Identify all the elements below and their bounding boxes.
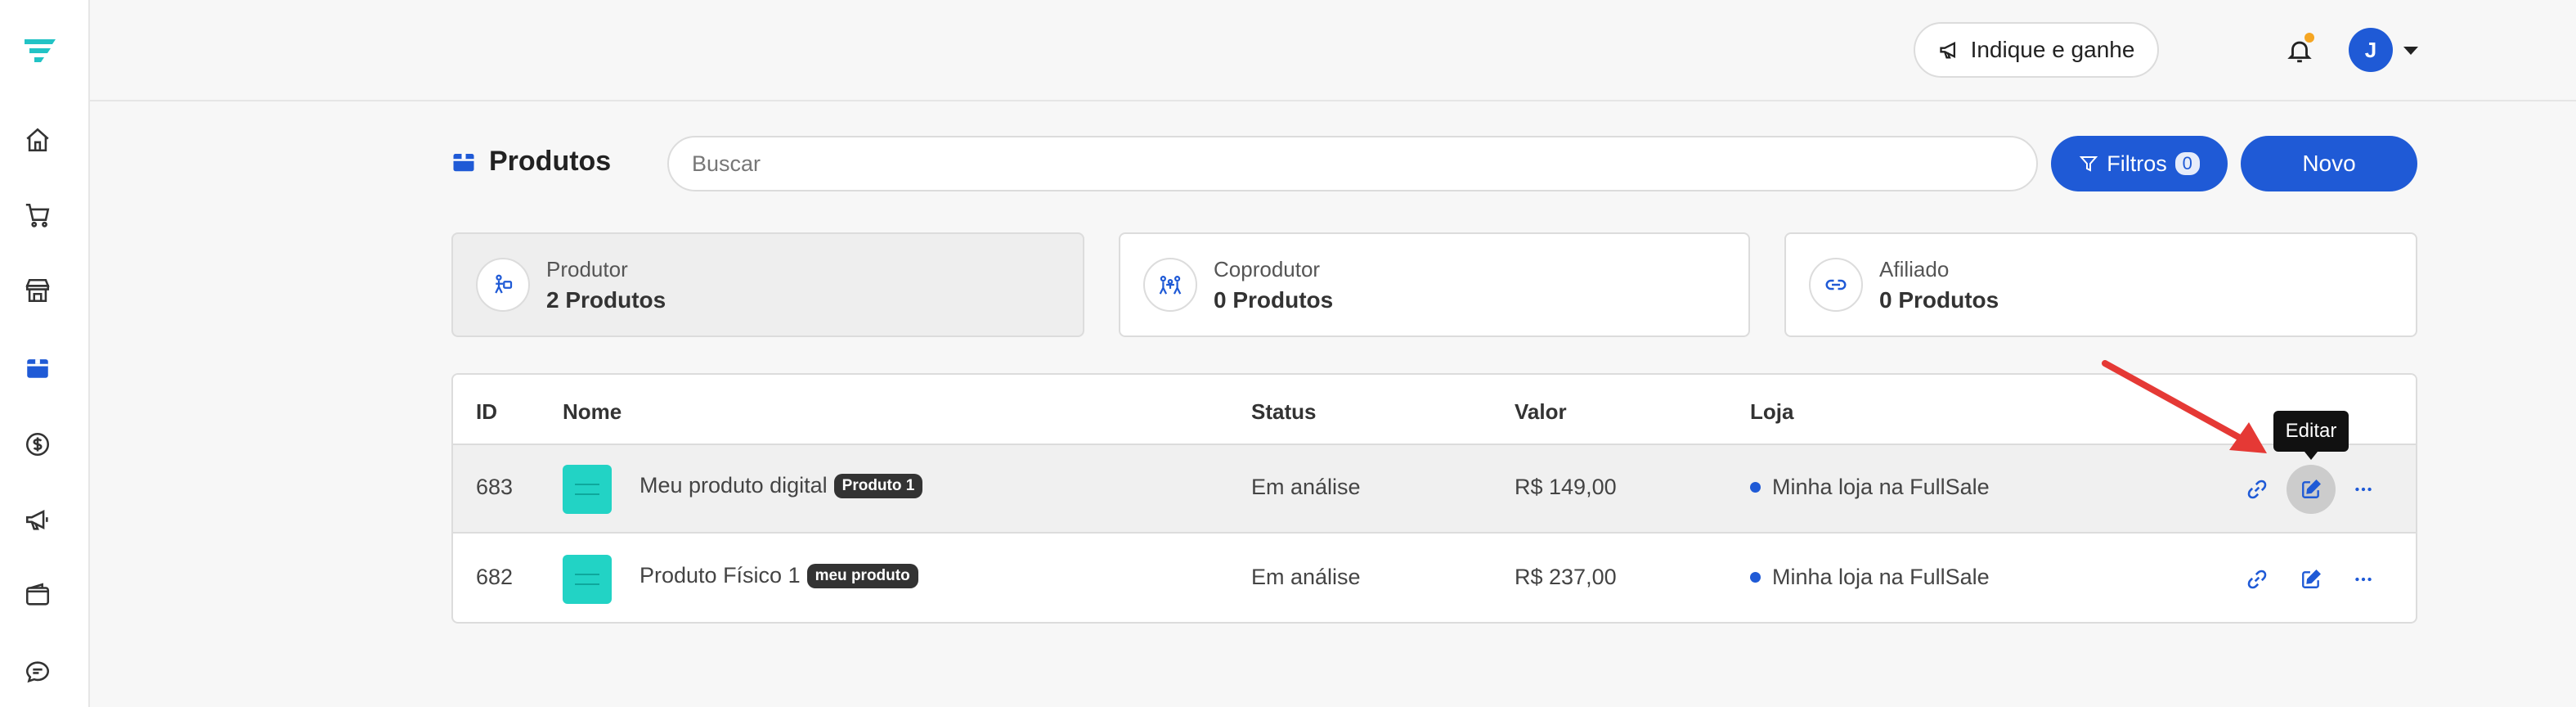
column-header-valor[interactable]: Valor	[1515, 399, 1567, 425]
edit-icon	[2302, 570, 2321, 588]
notifications-bell-icon[interactable]	[2280, 31, 2319, 70]
link-icon	[2247, 570, 2267, 589]
product-name[interactable]: Meu produto digital	[640, 473, 828, 498]
row-loja: Minha loja na FullSale	[1772, 475, 1990, 499]
page-title: Produtos	[451, 146, 611, 178]
cart-icon[interactable]	[20, 198, 55, 232]
copy-link-button[interactable]	[2233, 465, 2282, 514]
copy-link-button[interactable]	[2233, 555, 2282, 604]
search-input[interactable]	[667, 136, 2038, 191]
card-count: 0 Produtos	[1214, 286, 1334, 313]
link-icon	[1809, 258, 1863, 312]
card-label: Coprodutor	[1214, 256, 1321, 281]
ellipsis-icon	[2355, 577, 2372, 582]
table-row[interactable]: 682 Produto Físico 1 meu produto Em anál…	[453, 535, 2416, 622]
filter-icon	[2080, 156, 2098, 172]
people-icon	[1143, 258, 1197, 312]
annotation-arrow-icon	[2102, 360, 2267, 453]
card-count: 2 Produtos	[546, 286, 666, 313]
card-label: Afiliado	[1879, 256, 1950, 281]
chat-icon[interactable]	[20, 655, 55, 689]
person-box-icon	[476, 258, 530, 312]
status-dot	[1750, 482, 1761, 493]
edit-button[interactable]	[2287, 465, 2336, 514]
product-badge: meu produto	[806, 563, 918, 588]
more-options-button[interactable]	[2339, 465, 2388, 514]
row-valor: R$ 149,00	[1515, 475, 1617, 499]
status-dot	[1750, 572, 1761, 583]
store-icon[interactable]	[20, 273, 55, 308]
link-icon	[2247, 480, 2267, 499]
top-header	[90, 0, 2576, 101]
row-valor: R$ 237,00	[1515, 565, 1617, 589]
edit-button[interactable]	[2287, 555, 2336, 604]
card-afiliado[interactable]: Afiliado 0 Produtos	[1784, 232, 2417, 337]
chevron-down-icon[interactable]	[2399, 39, 2422, 62]
product-badge: Produto 1	[833, 473, 923, 498]
ellipsis-icon	[2355, 487, 2372, 492]
more-options-button[interactable]	[2339, 555, 2388, 604]
column-header-id[interactable]: ID	[476, 399, 497, 425]
box-icon[interactable]	[20, 350, 55, 385]
edit-tooltip: Editar	[2273, 411, 2349, 460]
megaphone-icon	[1939, 41, 1955, 59]
novo-button[interactable]: Novo	[2241, 136, 2417, 191]
row-status: Em análise	[1251, 475, 1361, 499]
page-title-text: Produtos	[489, 146, 612, 177]
product-thumbnail[interactable]	[563, 465, 612, 514]
indique-e-ganhe-button[interactable]: Indique e ganhe	[1914, 22, 2159, 78]
filtros-button[interactable]: Filtros 0	[2051, 136, 2228, 191]
megaphone-icon[interactable]	[20, 502, 55, 537]
card-count: 0 Produtos	[1879, 286, 1999, 313]
notification-dot	[2304, 33, 2314, 43]
box-icon	[453, 153, 474, 171]
card-coprodutor[interactable]: Coprodutor 0 Produtos	[1119, 232, 1750, 337]
user-avatar[interactable]: J	[2349, 28, 2393, 72]
column-header-status[interactable]: Status	[1251, 399, 1316, 425]
card-produtor[interactable]: Produtor 2 Produtos	[451, 232, 1084, 337]
row-id: 682	[476, 565, 514, 589]
fullsale-logo[interactable]	[23, 34, 57, 67]
home-icon[interactable]	[20, 123, 55, 157]
column-header-nome[interactable]: Nome	[563, 399, 622, 425]
wallet-icon[interactable]	[20, 578, 55, 612]
card-label: Produtor	[546, 256, 628, 281]
product-name[interactable]: Produto Físico 1	[640, 563, 801, 588]
product-thumbnail[interactable]	[563, 555, 612, 604]
filtros-count-badge: 0	[2174, 152, 2200, 175]
indique-label: Indique e ganhe	[1970, 37, 2135, 62]
row-status: Em análise	[1251, 565, 1361, 589]
row-loja: Minha loja na FullSale	[1772, 565, 1990, 589]
sidebar	[0, 0, 90, 707]
money-icon[interactable]	[20, 427, 55, 462]
filtros-label: Filtros	[2107, 151, 2167, 176]
row-id: 683	[476, 475, 514, 499]
column-header-loja[interactable]: Loja	[1750, 399, 1793, 425]
edit-icon	[2302, 480, 2321, 498]
